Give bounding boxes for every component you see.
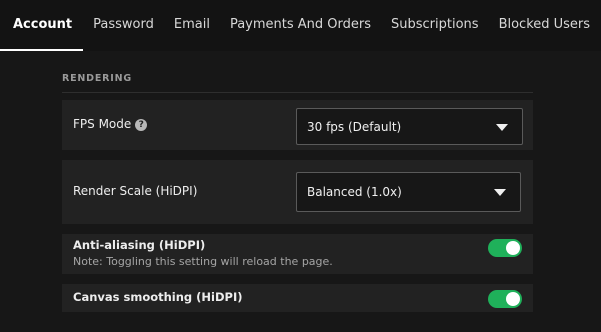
anti-aliasing-label: Anti-aliasing (HiDPI) — [73, 238, 206, 252]
toggle-knob — [506, 241, 520, 255]
tab-password[interactable]: Password — [83, 0, 164, 51]
canvas-smoothing-toggle[interactable] — [488, 290, 522, 308]
tab-subscriptions[interactable]: Subscriptions — [381, 0, 489, 51]
render-scale-selected-value: Balanced (1.0x) — [307, 185, 402, 199]
chevron-down-icon — [496, 123, 508, 131]
anti-aliasing-row: Anti-aliasing (HiDPI) Note: Toggling thi… — [62, 234, 533, 274]
fps-mode-select[interactable]: 30 fps (Default) — [296, 108, 523, 145]
section-title-rendering: RENDERING — [62, 73, 132, 84]
toggle-knob — [506, 292, 520, 306]
render-scale-label: Render Scale (HiDPI) — [73, 184, 198, 198]
help-icon[interactable]: ? — [135, 119, 148, 131]
render-scale-select[interactable]: Balanced (1.0x) — [296, 172, 521, 212]
tab-blocked-users[interactable]: Blocked Users — [489, 0, 600, 51]
fps-mode-selected-value: 30 fps (Default) — [307, 119, 402, 134]
section-divider — [62, 92, 533, 93]
canvas-smoothing-row: Canvas smoothing (HiDPI) — [62, 284, 533, 312]
tab-account[interactable]: Account — [0, 0, 84, 51]
fps-mode-row: FPS Mode? 30 fps (Default) — [62, 100, 533, 150]
settings-tabs: Account Password Email Payments And Orde… — [0, 0, 601, 51]
chevron-down-icon — [494, 189, 506, 196]
render-scale-row: Render Scale (HiDPI) Balanced (1.0x) — [62, 160, 533, 224]
tab-email[interactable]: Email — [164, 0, 220, 51]
tab-payments-and-orders[interactable]: Payments And Orders — [220, 0, 381, 51]
canvas-smoothing-label: Canvas smoothing (HiDPI) — [73, 290, 243, 304]
anti-aliasing-note: Note: Toggling this setting will reload … — [73, 255, 333, 268]
anti-aliasing-toggle[interactable] — [488, 239, 522, 257]
fps-mode-label: FPS Mode — [73, 117, 132, 131]
fps-mode-label-wrap: FPS Mode? — [73, 117, 148, 131]
